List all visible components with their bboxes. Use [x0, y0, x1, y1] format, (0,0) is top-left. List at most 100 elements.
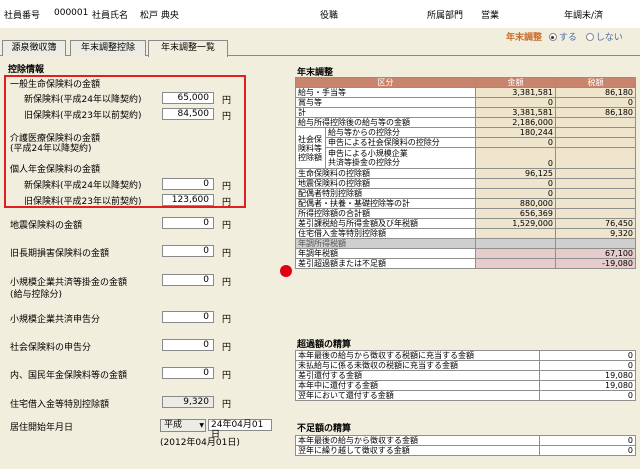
quake-input[interactable]: 0	[162, 217, 214, 229]
row-amount: 0	[475, 97, 556, 108]
row-label: 賞与等	[295, 97, 476, 108]
table-row: 本年最後の給与から徴収する金額 0	[295, 435, 636, 446]
table-row: 申告による小規模企業 共済等掛金の控除分 0	[296, 147, 636, 169]
year-end-table: 区分 金額 税額 給与・手当等 3,381,581 86,180 賞与等 0 0 計 3,38…	[295, 77, 636, 269]
yen-unit: 円	[222, 112, 232, 122]
position-label: 役職	[320, 11, 339, 21]
tab-withholding[interactable]: 源泉徴収簿	[2, 40, 66, 56]
era-select[interactable]: 平成	[160, 419, 206, 432]
tab-year-end-list[interactable]: 年末調整一覧	[148, 40, 228, 57]
table-row: 申告による社会保険料の控除分 0	[296, 137, 636, 148]
residence-date-input[interactable]: 24年04月01日	[208, 419, 272, 440]
row-label: 地震保険料の控除額	[295, 178, 476, 189]
table-row: 差引超過額または不足額 -19,080	[295, 258, 636, 269]
row-tax: 67,100	[555, 248, 636, 259]
table-row: 年調所得税額	[295, 238, 636, 249]
yen-unit: 円	[222, 221, 232, 231]
table-row: 賞与等 0 0	[295, 97, 636, 108]
smallbiz-sublabel: (給与控除分)	[10, 290, 63, 300]
row-tax	[555, 198, 636, 209]
table-row: 翌年に繰り越して徴収する金額 0	[295, 445, 636, 456]
old-insurance-input[interactable]: 84,500	[162, 108, 214, 120]
smallbiz-decl-label: 小規模企業共済申告分	[10, 315, 101, 325]
row-label-line1: 申告による小規模企業	[328, 149, 408, 158]
header-bar: 社員番号 000001 社員氏名 松戸 典央 役職 所属部門 営業 年調未/済	[0, 0, 640, 28]
smallbiz-input[interactable]: 0	[162, 274, 214, 286]
row-amount: 1,529,000	[475, 218, 556, 229]
yen-unit: 円	[222, 315, 232, 325]
housing-label: 住宅借入金等特別控除額	[10, 400, 110, 410]
yen-unit: 円	[222, 400, 232, 410]
emp-no-value: 000001	[54, 8, 89, 18]
row-amount: 880,000	[475, 198, 556, 209]
row-label: 本年最後の給与から徴収する金額	[295, 435, 540, 446]
row-tax: 76,450	[555, 218, 636, 229]
social-insurance-group-label: 社会保険料等控除額	[295, 127, 326, 169]
residence-label: 居住開始年月日	[10, 423, 74, 433]
row-label: 計	[295, 107, 476, 118]
longterm-input[interactable]: 0	[162, 245, 214, 257]
row-tax	[555, 127, 636, 138]
header-tax: 税額	[555, 77, 636, 88]
tab-year-end-deduction[interactable]: 年末調整控除	[70, 40, 146, 56]
row-amount: 96,125	[475, 168, 556, 179]
residence-western-date: (2012年04月01日)	[160, 438, 240, 448]
header-category: 区分	[295, 77, 476, 88]
table-header-row: 区分 金額 税額	[295, 77, 636, 88]
row-label: 翌年において還付する金額	[295, 390, 540, 401]
table-row: 住宅借入金等特別控除額 9,320	[295, 228, 636, 239]
row-amount: 180,244	[475, 127, 556, 138]
row-label: 申告による小規模企業 共済等掛金の控除分	[325, 147, 476, 169]
row-label: 本年中に還付する金額	[295, 380, 540, 391]
row-amount: 0	[475, 147, 556, 169]
pension-title: 個人年金保険料の金額	[10, 165, 101, 175]
row-tax	[555, 178, 636, 189]
tab-bar: 源泉徴収簿 年末調整控除 年末調整一覧	[0, 40, 640, 57]
row-label-line2: 共済等掛金の控除分	[328, 158, 400, 167]
row-tax: 9,320	[555, 228, 636, 239]
pension-new-input[interactable]: 0	[162, 178, 214, 190]
row-label: 年調年税額	[295, 248, 476, 259]
longterm-label: 旧長期損害保険料の金額	[10, 249, 110, 259]
row-label: 生命保険料の控除額	[295, 168, 476, 179]
table-row: 差引還付する金額 19,080	[295, 370, 636, 381]
row-label: 給与・手当等	[295, 87, 476, 98]
row-label: 未払給与に係る未徴収の税額に充当する金額	[295, 360, 540, 371]
row-label: 住宅借入金等特別控除額	[295, 228, 476, 239]
row-label: 給与所得控除後の給与等の金額	[295, 117, 476, 128]
social-decl-input[interactable]: 0	[162, 339, 214, 351]
row-amount: 0	[539, 435, 636, 446]
row-label: 差引超過額または不足額	[295, 258, 476, 269]
row-amount: 0	[539, 390, 636, 401]
yen-unit: 円	[222, 343, 232, 353]
emp-name-value: 松戸 典央	[140, 11, 179, 21]
table-row: 本年中に還付する金額 19,080	[295, 380, 636, 391]
emp-name-label: 社員氏名	[92, 11, 129, 21]
row-label: 年調所得税額	[295, 238, 476, 249]
social-decl-label: 社会保険料の申告分	[10, 343, 92, 353]
row-label: 差引課税給与所得金額及び年税額	[295, 218, 476, 229]
row-amount: 0	[539, 360, 636, 371]
row-amount	[475, 258, 556, 269]
smallbiz-decl-input[interactable]: 0	[162, 311, 214, 323]
nenkin-input[interactable]: 0	[162, 367, 214, 379]
table-row: 年調年税額 67,100	[295, 248, 636, 259]
row-tax	[555, 147, 636, 169]
new-insurance-input[interactable]: 65,000	[162, 92, 214, 104]
row-amount: 0	[539, 350, 636, 361]
record-indicator-icon	[280, 265, 292, 277]
yen-unit: 円	[222, 249, 232, 259]
quake-label: 地震保険料の金額	[10, 221, 83, 231]
life-insurance-title: 一般生命保険料の金額	[10, 80, 101, 90]
housing-value: 9,320	[162, 396, 214, 408]
row-amount: 19,080	[539, 370, 636, 381]
row-amount	[475, 228, 556, 239]
table-row: 計 3,381,581 86,180	[295, 107, 636, 118]
excess-title: 超過額の精算	[297, 340, 352, 350]
pension-old-input[interactable]: 123,600	[162, 194, 214, 206]
header-amount: 金額	[475, 77, 556, 88]
table-row: 社会保険料等控除額 給与等からの控除分 180,244	[295, 127, 636, 169]
yen-unit: 円	[222, 198, 232, 208]
row-amount: 0	[539, 445, 636, 456]
row-amount: 656,369	[475, 208, 556, 219]
